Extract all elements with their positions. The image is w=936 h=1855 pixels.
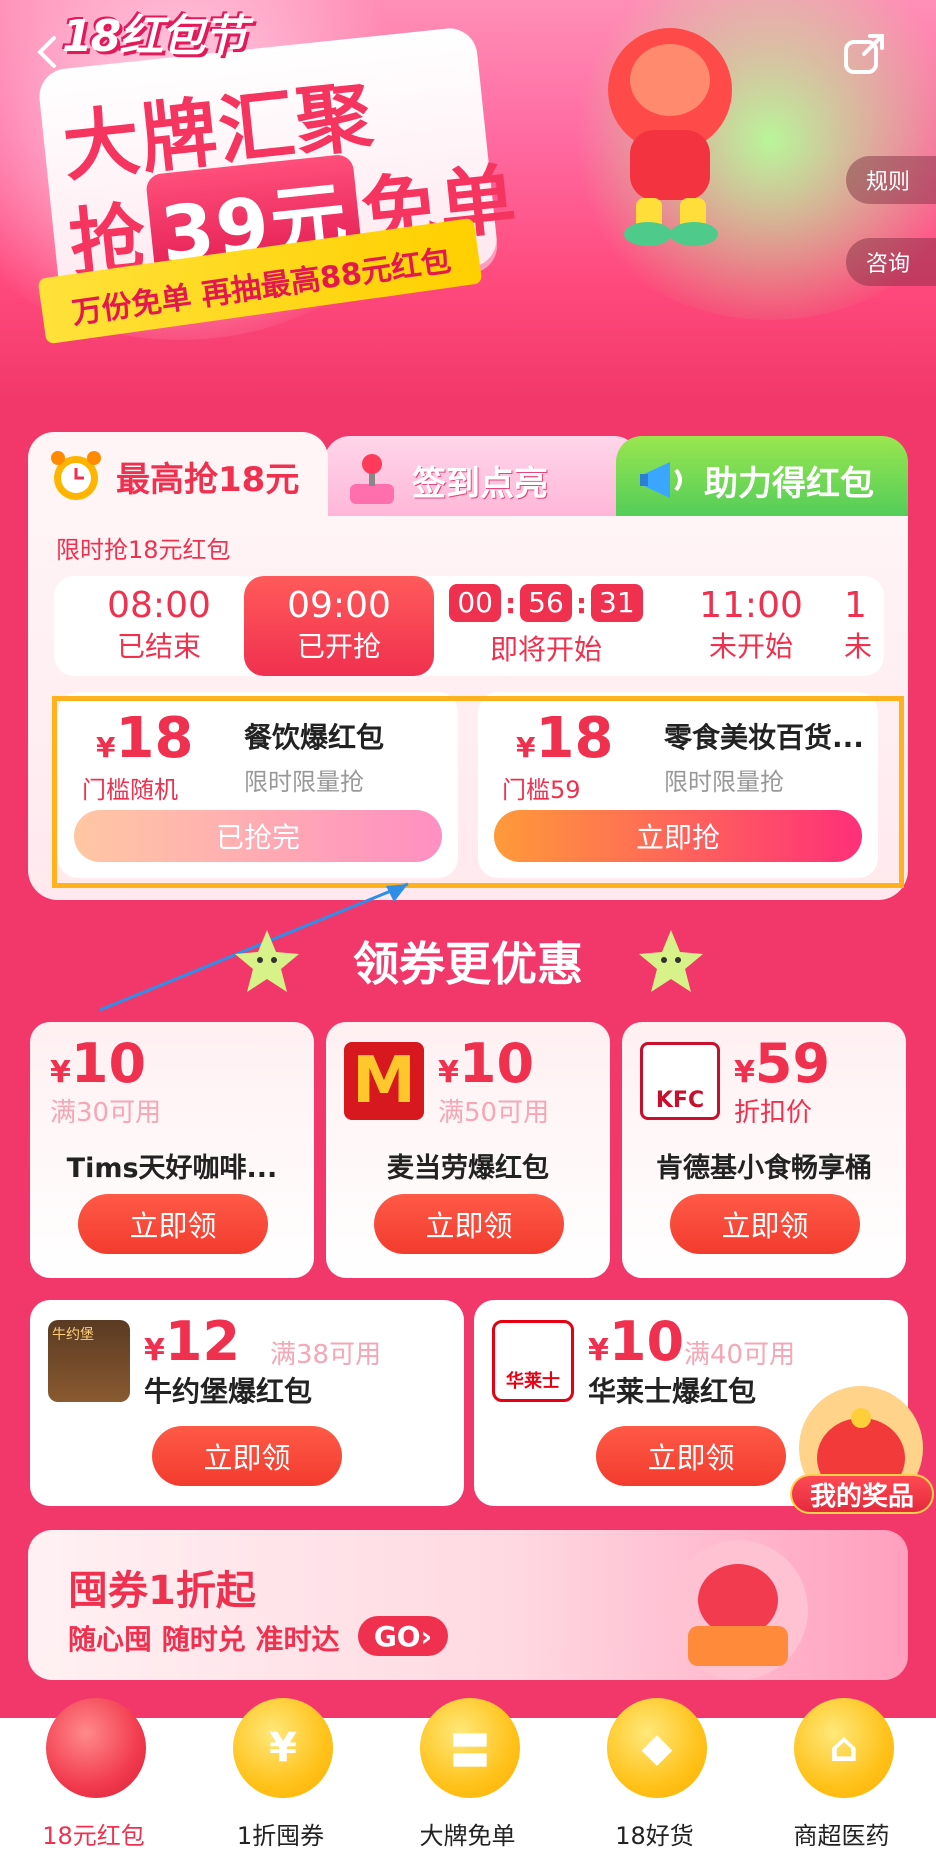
mcdonalds-logo: M [344, 1042, 424, 1120]
promo-illustration [668, 1540, 808, 1680]
coupon-condition: 满40可用 [684, 1340, 796, 1370]
coupon-name: 麦当劳爆红包 [387, 1153, 549, 1184]
coupon-amount: ¥10 [438, 1032, 535, 1095]
ticket-icon: 〓 [420, 1698, 520, 1798]
coupon-condition: 折扣价 [734, 1098, 813, 1128]
coupon-condition: 满50可用 [438, 1098, 550, 1128]
nav-item-coupon-stock[interactable]: ¥ 1折囤券 [187, 1698, 374, 1855]
niuyuebao-logo: 牛约堡 [48, 1320, 130, 1402]
section-title: 领券更优惠 [353, 937, 583, 991]
tab-check-in[interactable]: 签到点亮 [324, 436, 640, 524]
wallace-logo: 华莱士 [492, 1320, 574, 1402]
go-button[interactable]: GO › [358, 1616, 448, 1656]
countdown-timer: 00: 56: 31 [449, 584, 643, 622]
alarm-clock-icon [51, 451, 101, 500]
joystick-icon [350, 454, 394, 504]
back-icon[interactable] [28, 32, 68, 72]
time-slot[interactable]: 08:00 已结束 [74, 576, 244, 676]
coupon-name: 肯德基小食畅享桶 [656, 1153, 872, 1184]
panel-title: 限时抢18元红包 [56, 536, 231, 564]
coupon-condition: 满38可用 [270, 1340, 382, 1370]
promo-subtitle: 随心囤 随时兑 准时达 [68, 1623, 340, 1656]
consult-button[interactable]: 咨询 [846, 238, 936, 286]
claim-button[interactable]: 立即领 [670, 1194, 860, 1254]
hand-coin-icon [46, 1698, 146, 1798]
share-icon[interactable] [840, 30, 888, 78]
coupon-amount: ¥59 [734, 1032, 831, 1095]
nav-item-supermarket-pharmacy[interactable]: ⌂ 商超医药 [748, 1698, 935, 1855]
time-slot-active[interactable]: 09:00 已开抢 [244, 576, 434, 676]
coupon-card: M ¥10 满50可用 麦当劳爆红包 立即领 [326, 1022, 610, 1278]
bottom-nav: 18元红包 ¥ 1折囤券 〓 大牌免单 ◆ 18好货 ⌂ 商超医药 [0, 1698, 936, 1855]
coupon-amount: ¥12 [144, 1310, 241, 1373]
kfc-logo: KFC [640, 1042, 720, 1120]
coupon-amount: ¥10 [50, 1032, 147, 1095]
diamond-icon: ◆ [607, 1698, 707, 1798]
nav-item-good-items[interactable]: ◆ 18好货 [561, 1698, 748, 1855]
my-prizes-button[interactable]: 我的奖品 [790, 1474, 934, 1514]
time-slot[interactable]: 11:00 未开始 [666, 576, 836, 676]
coupon-name: Tims天好咖啡... [66, 1153, 278, 1184]
coupon-card: 牛约堡 ¥12 满38可用 牛约堡爆红包 立即领 [30, 1300, 464, 1506]
nav-item-brand-free[interactable]: 〓 大牌免单 [374, 1698, 561, 1855]
highlight-frame [52, 696, 904, 888]
festival-title: 18红包节 [62, 11, 247, 62]
coupon-condition: 满30可用 [50, 1098, 162, 1128]
claim-button[interactable]: 立即领 [374, 1194, 564, 1254]
tab-assist[interactable]: 助力得红包 [616, 436, 908, 524]
promo-title: 囤券1折起 [68, 1568, 256, 1614]
rules-button[interactable]: 规则 [846, 156, 936, 204]
nav-item-18-red-packet[interactable]: 18元红包 [0, 1698, 187, 1855]
stock-up-banner[interactable]: 囤券1折起 随心囤 随时兑 准时达 GO › [28, 1530, 908, 1680]
basket-icon: ⌂ [794, 1698, 894, 1798]
time-slot-bar: 08:00 已结束 09:00 已开抢 00: 56: 31 即将开始 11:0… [54, 576, 884, 676]
mascot-illustration [608, 28, 732, 246]
time-slot[interactable]: 1 未 [844, 576, 884, 676]
yen-coupon-icon: ¥ [233, 1698, 333, 1798]
claim-button[interactable]: 立即领 [152, 1426, 342, 1486]
coupon-name: 牛约堡爆红包 [144, 1375, 313, 1408]
chevron-right-icon: › [420, 1619, 433, 1653]
claim-button[interactable]: 立即领 [78, 1194, 268, 1254]
claim-button[interactable]: 立即领 [596, 1426, 786, 1486]
activity-tabs: 签到点亮 助力得红包 最高抢18元 [28, 432, 908, 524]
coupon-name: 华莱士爆红包 [588, 1375, 757, 1408]
coupon-card: ¥10 满30可用 Tims天好咖啡... 立即领 [30, 1022, 314, 1278]
coupon-card: KFC ¥59 折扣价 肯德基小食畅享桶 立即领 [622, 1022, 906, 1278]
tab-max-18[interactable]: 最高抢18元 [28, 432, 328, 520]
megaphone-icon [640, 462, 682, 498]
time-slot-countdown[interactable]: 00: 56: 31 即将开始 [446, 576, 646, 676]
coupon-amount: ¥10 [588, 1310, 685, 1373]
